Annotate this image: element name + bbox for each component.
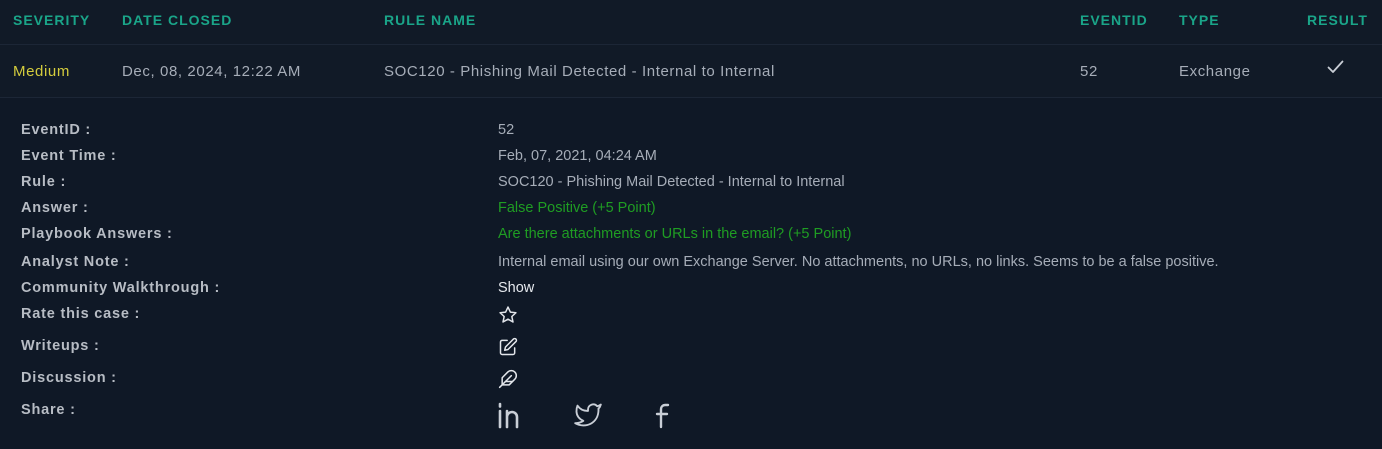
writeups-label: Writeups : <box>21 338 100 354</box>
share-label: Share : <box>21 402 76 418</box>
column-header-type[interactable]: TYPE <box>1179 12 1220 28</box>
feather-icon[interactable] <box>498 369 518 389</box>
rule-name-cell: SOC120 - Phishing Mail Detected - Intern… <box>384 63 775 80</box>
edit-icon[interactable] <box>498 337 518 357</box>
eventid-label: EventID : <box>21 122 92 138</box>
rule-label: Rule : <box>21 174 67 190</box>
twitter-icon[interactable] <box>573 401 603 434</box>
column-header-date-closed[interactable]: DATE CLOSED <box>122 12 232 28</box>
column-header-rule-name[interactable]: RULE NAME <box>384 12 476 28</box>
community-walkthrough-show-link[interactable]: Show <box>498 280 534 296</box>
playbook-answers-value: Are there attachments or URLs in the ema… <box>498 226 852 242</box>
analyst-note-value: Internal email using our own Exchange Se… <box>498 254 1219 270</box>
facebook-icon[interactable] <box>653 401 675 434</box>
type-cell: Exchange <box>1179 63 1251 80</box>
date-closed-cell: Dec, 08, 2024, 12:22 AM <box>122 63 301 80</box>
event-time-label: Event Time : <box>21 148 117 164</box>
playbook-answers-label: Playbook Answers : <box>21 226 173 242</box>
severity-cell: Medium <box>13 63 70 80</box>
rate-case-label: Rate this case : <box>21 306 141 322</box>
column-header-eventid[interactable]: EVENTID <box>1080 12 1148 28</box>
check-icon <box>1327 60 1344 79</box>
column-header-severity[interactable]: SEVERITY <box>13 12 90 28</box>
case-details-panel: EventID : 52 Event Time : Feb, 07, 2021,… <box>0 98 1382 449</box>
eventid-value: 52 <box>498 122 515 138</box>
community-walkthrough-label: Community Walkthrough : <box>21 280 221 296</box>
analyst-note-label: Analyst Note : <box>21 254 130 270</box>
answer-label: Answer : <box>21 200 89 216</box>
discussion-label: Discussion : <box>21 370 117 386</box>
table-header: SEVERITY DATE CLOSED RULE NAME EVENTID T… <box>0 0 1382 45</box>
table-row[interactable]: Medium Dec, 08, 2024, 12:22 AM SOC120 - … <box>0 45 1382 98</box>
answer-value: False Positive (+5 Point) <box>498 200 656 216</box>
rule-value: SOC120 - Phishing Mail Detected - Intern… <box>498 174 845 190</box>
eventid-cell: 52 <box>1080 63 1098 80</box>
column-header-result[interactable]: RESULT <box>1307 12 1368 28</box>
event-time-value: Feb, 07, 2021, 04:24 AM <box>498 148 657 164</box>
star-icon[interactable] <box>498 305 518 325</box>
linkedin-icon[interactable] <box>498 401 526 434</box>
